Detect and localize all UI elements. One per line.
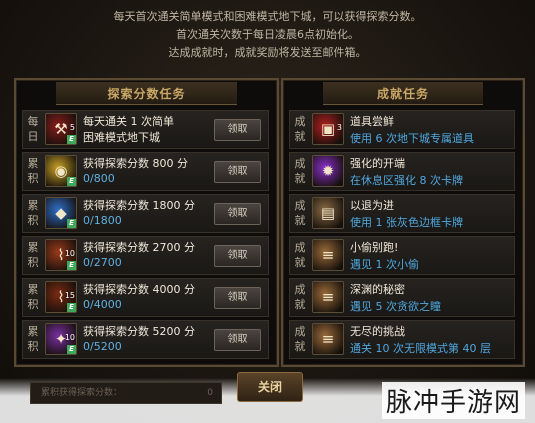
rune-stone-icon: ✦ 10 E	[45, 323, 77, 355]
achievement-row: 成就 ≡ 无尽的挑战通关 10 次无限模式第 40 层	[289, 320, 515, 359]
boots-icon: ⌇ 10 E	[45, 239, 77, 271]
instructions: 每天首次通关简单模式和困难模式地下城，可以获得探索分数。 首次通关次数于每日凌晨…	[0, 8, 535, 62]
task-type-label: 成就	[294, 325, 306, 353]
achievement-panel-title: 成就任务	[376, 87, 429, 101]
task-title: 以退为进	[350, 199, 394, 212]
task-type-label: 累积	[27, 199, 39, 227]
task-progress: 遇见 1 次小偷	[350, 258, 419, 271]
task-progress: 0/4000	[83, 298, 122, 311]
task-type-label: 每日	[27, 115, 39, 143]
explore-task-row: 累积 ✦ 10 E 获得探索分数 5200 分 0/5200 领取	[22, 320, 269, 359]
task-title: 获得探索分数 800 分	[83, 157, 188, 170]
scroll-icon: ≡	[312, 323, 344, 355]
e-badge-icon: E	[67, 177, 76, 186]
orb-icon: ✹	[312, 155, 344, 187]
task-title: 强化的开端	[350, 157, 405, 170]
task-title-line-2: 困难模式地下城	[83, 131, 160, 144]
explore-panel-title: 探索分数任务	[107, 87, 186, 101]
explore-task-row: 每日 ⚒ 5 E 每天通关 1 次简单 困难模式地下城 领取	[22, 110, 269, 149]
claim-button[interactable]: 领取	[214, 119, 261, 141]
claim-button[interactable]: 领取	[214, 287, 261, 309]
task-title: 道具尝鲜	[350, 115, 394, 128]
explore-task-row: 累积 ◉ E 获得探索分数 800 分 0/800 领取	[22, 152, 269, 191]
task-progress: 在休息区强化 8 次卡牌	[350, 174, 463, 187]
achievement-row: 成就 ▤ 以退为进使用 1 张灰色边框卡牌	[289, 194, 515, 233]
task-progress: 遇见 5 次贪欲之瞳	[350, 300, 441, 313]
task-progress: 0/2700	[83, 256, 122, 269]
task-progress: 使用 6 次地下城专属道具	[350, 132, 474, 145]
task-title: 每天通关 1 次简单	[83, 115, 174, 128]
close-button[interactable]: 关闭	[237, 372, 303, 402]
task-title: 深渊的秘密	[350, 283, 405, 296]
task-progress: 使用 1 张灰色边框卡牌	[350, 216, 463, 229]
task-title: 获得探索分数 2700 分	[83, 241, 195, 254]
claim-button[interactable]: 领取	[214, 203, 261, 225]
chest-icon: ▣ 3	[312, 113, 344, 145]
task-progress: 0/5200	[83, 340, 122, 353]
explore-task-row: 累积 ⌇ 10 E 获得探索分数 2700 分 0/2700 领取	[22, 236, 269, 275]
game-window: 每天首次通关简单模式和困难模式地下城，可以获得探索分数。 首次通关次数于每日凌晨…	[0, 0, 535, 423]
claim-button[interactable]: 领取	[214, 329, 261, 351]
total-score-value: 0	[207, 388, 213, 398]
card-icon: ▤	[312, 197, 344, 229]
task-title: 获得探索分数 4000 分	[83, 283, 195, 296]
achievement-row: 成就 ✹ 强化的开端在休息区强化 8 次卡牌	[289, 152, 515, 191]
total-score-label: 累积获得探索分数：	[41, 388, 123, 398]
achievement-row: 成就 ▣ 3 道具尝鲜使用 6 次地下城专属道具	[289, 110, 515, 149]
task-title: 获得探索分数 5200 分	[83, 325, 195, 338]
task-type-label: 成就	[294, 283, 306, 311]
task-title: 无尽的挑战	[350, 325, 405, 338]
task-type-label: 成就	[294, 157, 306, 185]
instruction-line-3: 达成成就时，成就奖励将发送至邮件箱。	[168, 46, 367, 59]
task-progress: 0/1800	[83, 214, 122, 227]
achievement-row: 成就 ≡ 深渊的秘密遇见 5 次贪欲之瞳	[289, 278, 515, 317]
task-type-label: 成就	[294, 241, 306, 269]
scroll-icon: ≡	[312, 281, 344, 313]
claim-button[interactable]: 领取	[214, 245, 261, 267]
total-score-bar: 累积获得探索分数： 0	[30, 382, 222, 404]
task-progress: 通关 10 次无限模式第 40 层	[350, 342, 491, 355]
instruction-line-1: 每天首次通关简单模式和困难模式地下城，可以获得探索分数。	[113, 10, 422, 23]
task-type-label: 成就	[294, 199, 306, 227]
e-badge-icon: E	[67, 261, 76, 270]
icon-count: 3	[336, 123, 342, 132]
e-badge-icon: E	[67, 135, 76, 144]
task-type-label: 成就	[294, 115, 306, 143]
explore-score-panel: 探索分数任务 每日 ⚒ 5 E 每天通关 1 次简单 困难模式地下城 领取累积 ◉ E 获得探索分…	[14, 78, 279, 367]
achievement-row: 成就 ≡ 小偷别跑! 遇见 1 次小偷	[289, 236, 515, 275]
coin-pot-icon: ◉ E	[45, 155, 77, 187]
e-badge-icon: E	[67, 303, 76, 312]
task-progress: 0/800	[83, 172, 115, 185]
scroll-icon: ≡	[312, 239, 344, 271]
task-title: 小偷别跑!	[350, 241, 399, 254]
task-type-label: 累积	[27, 325, 39, 353]
e-badge-icon: E	[67, 219, 76, 228]
axe-icon: ⚒ 5 E	[45, 113, 77, 145]
e-badge-icon: E	[67, 345, 76, 354]
explore-task-row: 累积 ◆ E 获得探索分数 1800 分 0/1800 领取	[22, 194, 269, 233]
achievement-panel: 成就任务 成就 ▣ 3 道具尝鲜 使用 6 次地下城专属道具成就 ✹ 强化的开端 在休息区强化…	[281, 78, 525, 367]
task-type-label: 累积	[27, 157, 39, 185]
watermark-text: 脉冲手游网	[381, 382, 525, 419]
task-type-label: 累积	[27, 283, 39, 311]
task-title: 获得探索分数 1800 分	[83, 199, 195, 212]
boots-icon: ⌇ 15 E	[45, 281, 77, 313]
instruction-line-2: 首次通关次数于每日凌晨6点初始化。	[176, 28, 359, 41]
explore-task-row: 累积 ⌇ 15 E 获得探索分数 4000 分 0/4000 领取	[22, 278, 269, 317]
task-type-label: 累积	[27, 241, 39, 269]
gem-bag-icon: ◆ E	[45, 197, 77, 229]
claim-button[interactable]: 领取	[214, 161, 261, 183]
